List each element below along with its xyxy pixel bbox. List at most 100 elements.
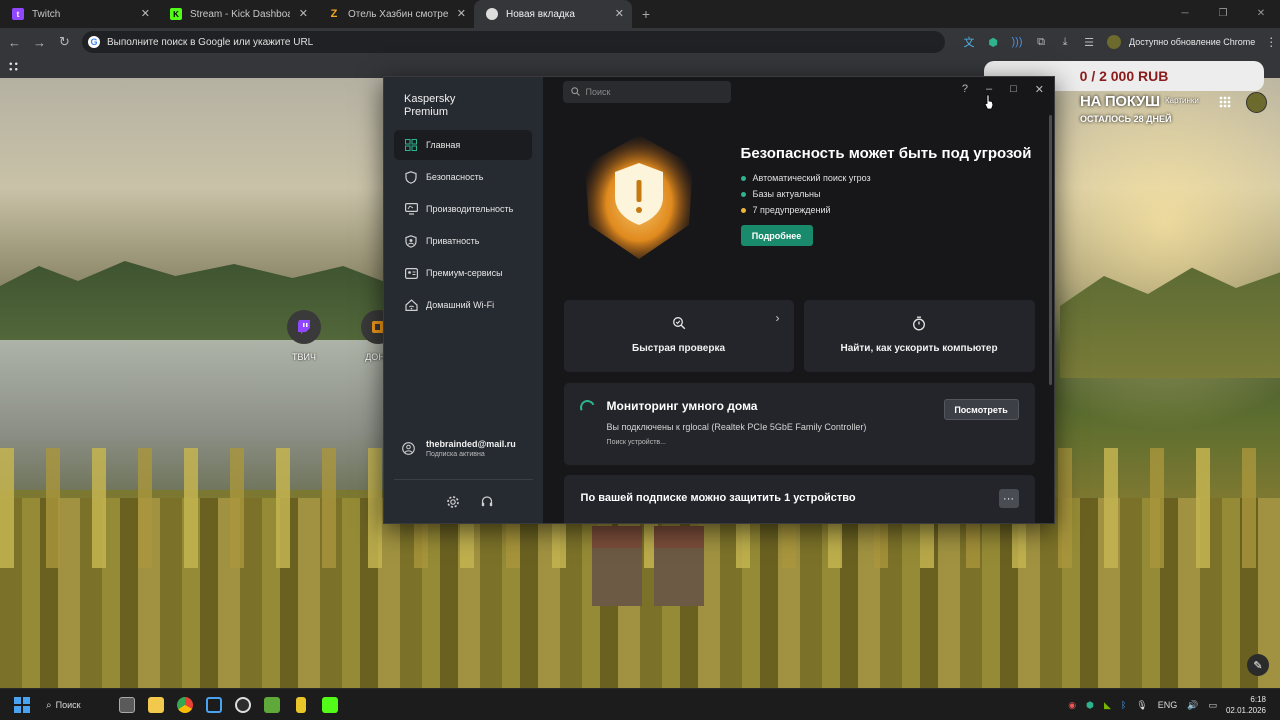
microphone-icon[interactable]: 🎙 — [1136, 700, 1147, 711]
account-email: thebrainded@mail.ru — [426, 439, 516, 449]
snipping-tool-icon[interactable] — [199, 693, 228, 717]
update-label: Доступно обновление Chrome — [1129, 37, 1256, 47]
view-button[interactable]: Посмотреть — [943, 399, 1019, 420]
support-headset-icon[interactable] — [480, 495, 494, 514]
nav-item-privacy[interactable]: Приватность — [394, 226, 532, 256]
tab-new-tab[interactable]: Новая вкладка ✕ — [474, 0, 632, 28]
close-tab-icon[interactable]: ✕ — [141, 7, 150, 20]
kaspersky-title-controls: ? – □ ✕ — [962, 83, 1044, 96]
file-explorer-icon[interactable] — [141, 693, 170, 717]
google-icon: G — [88, 36, 100, 48]
taskbar-pinned-apps — [112, 693, 344, 717]
minecraft-launcher-icon[interactable] — [257, 693, 286, 717]
sidebar-divider — [394, 479, 533, 480]
search-placeholder: Поиск — [585, 87, 611, 97]
maximize-icon[interactable]: □ — [1010, 83, 1017, 96]
nav-label: Главная — [426, 140, 461, 150]
quick-scan-card[interactable]: › Быстрая проверка — [563, 300, 794, 372]
shortcut-label: ТВИЧ — [292, 352, 316, 362]
bluetooth-icon[interactable]: ᛒ — [1121, 700, 1126, 710]
close-tab-icon[interactable]: ✕ — [615, 7, 624, 20]
tab-label: Новая вкладка — [506, 8, 575, 20]
nav-item-security[interactable]: Безопасность — [394, 162, 532, 192]
more-options-icon[interactable]: ··· — [998, 489, 1019, 508]
images-link[interactable]: Картинки — [1165, 96, 1199, 105]
app-yellow-icon[interactable] — [286, 693, 315, 717]
close-tab-icon[interactable]: ✕ — [299, 7, 308, 20]
browser-toolbar: ← → ↻ G Выполните поиск в Google или ука… — [0, 28, 1280, 56]
volume-icon[interactable]: 🔊 — [1187, 700, 1198, 711]
kaspersky-tray-icon[interactable]: ⬢ — [1086, 700, 1094, 711]
chrome-icon — [486, 8, 498, 20]
forward-icon[interactable]: → — [27, 35, 52, 50]
id-card-icon — [404, 266, 418, 280]
sound-extension-icon[interactable]: ))) — [1005, 36, 1029, 48]
close-tab-icon[interactable]: ✕ — [457, 7, 466, 20]
google-apps-icon[interactable] — [1219, 96, 1231, 108]
kaspersky-extension-icon[interactable]: ⬢ — [981, 36, 1005, 49]
shortcut-twitch[interactable]: ТВИЧ — [274, 310, 334, 362]
clock-date: 02.01.2026 — [1225, 706, 1266, 715]
extensions-puzzle-icon[interactable]: ⧉ — [1029, 36, 1053, 49]
reload-icon[interactable]: ↻ — [52, 34, 77, 50]
address-bar[interactable]: G Выполните поиск в Google или укажите U… — [82, 31, 945, 53]
update-chrome-button[interactable]: Доступно обновление Chrome ⋮ — [1107, 35, 1277, 49]
smart-home-title: Мониторинг умного дома — [606, 399, 758, 413]
details-button[interactable]: Подробнее — [740, 225, 813, 246]
status-item: Автоматический поиск угроз — [740, 170, 871, 186]
nav-item-home[interactable]: Главная — [394, 130, 532, 160]
windows-start-icon[interactable] — [14, 697, 30, 713]
menu-kebab-icon[interactable]: ⋮ — [1265, 35, 1277, 49]
network-icon[interactable]: ▭ — [1208, 700, 1217, 711]
account-block[interactable]: thebrainded@mail.ru Подписка активна — [402, 439, 516, 458]
back-icon[interactable]: ← — [2, 35, 27, 50]
nav-item-premium-services[interactable]: Премиум-сервисы — [394, 258, 532, 288]
kaspersky-search-input[interactable]: Поиск — [562, 81, 731, 103]
kaspersky-sidebar: Kaspersky Premium Главная Безопасность П… — [384, 77, 543, 523]
taskbar-search-button[interactable]: ⌕ Поиск — [46, 694, 104, 716]
close-window-icon[interactable]: ✕ — [1242, 0, 1280, 28]
tab-kick-dashboard[interactable]: K Stream - Kick Dashboard ✕ — [158, 0, 316, 28]
smart-home-card: Мониторинг умного дома Вы подключены к r… — [563, 383, 1035, 465]
customize-pencil-icon[interactable]: ✎ — [1247, 654, 1269, 676]
nav-item-home-wifi[interactable]: Домашний Wi-Fi — [394, 290, 532, 320]
speed-up-card[interactable]: Найти, как ускорить компьютер — [803, 300, 1035, 372]
nav-label: Домашний Wi-Fi — [426, 300, 495, 310]
settings-gear-icon[interactable] — [446, 495, 460, 514]
nav-item-performance[interactable]: Производительность — [394, 194, 532, 224]
security-status-title: Безопасность может быть под угрозой — [740, 145, 1032, 162]
scrollbar[interactable] — [1049, 115, 1052, 385]
status-dot — [740, 207, 746, 213]
tray-app-icon[interactable]: ◉ — [1068, 700, 1076, 711]
kick-taskbar-icon[interactable] — [315, 693, 344, 717]
restore-icon[interactable]: ❐ — [1204, 0, 1242, 28]
taskbar-clock[interactable]: 6:18 02.01.2026 — [1226, 694, 1266, 716]
reading-list-icon[interactable]: ☰ — [1077, 36, 1101, 49]
tab-twitch[interactable]: t Twitch ✕ — [0, 0, 158, 28]
home-grid-icon — [404, 138, 418, 152]
help-icon[interactable]: ? — [962, 83, 968, 96]
kaspersky-window: Kaspersky Premium Главная Безопасность П… — [383, 76, 1055, 524]
close-icon[interactable]: ✕ — [1035, 83, 1044, 96]
twitch-icon — [287, 310, 321, 344]
apps-grid-icon[interactable] — [8, 61, 19, 72]
subscription-status: Подписка активна — [426, 451, 485, 458]
chrome-taskbar-icon[interactable] — [170, 693, 199, 717]
smart-home-progress: Поиск устройств... — [606, 439, 666, 446]
obs-icon[interactable] — [228, 693, 257, 717]
translate-extension-icon[interactable]: 文 — [957, 34, 981, 50]
nav-label: Безопасность — [426, 172, 484, 182]
minimize-icon[interactable]: ─ — [1166, 0, 1204, 28]
profile-avatar[interactable] — [1107, 35, 1121, 49]
language-indicator[interactable]: ENG — [1158, 700, 1178, 710]
tab-hazbin[interactable]: Z Отель Хазбин смотреть онлайн ✕ — [316, 0, 474, 28]
shield-icon — [404, 170, 418, 184]
download-icon[interactable]: ⤓ — [1053, 36, 1077, 49]
nvidia-tray-icon[interactable]: ◣ — [1104, 700, 1111, 711]
new-tab-button[interactable]: + — [632, 0, 660, 28]
status-text: 7 предупреждений — [752, 205, 831, 215]
task-view-icon[interactable] — [112, 693, 141, 717]
user-icon — [402, 442, 416, 456]
loading-spinner-icon — [577, 397, 597, 418]
ntp-profile-avatar[interactable] — [1246, 92, 1267, 113]
